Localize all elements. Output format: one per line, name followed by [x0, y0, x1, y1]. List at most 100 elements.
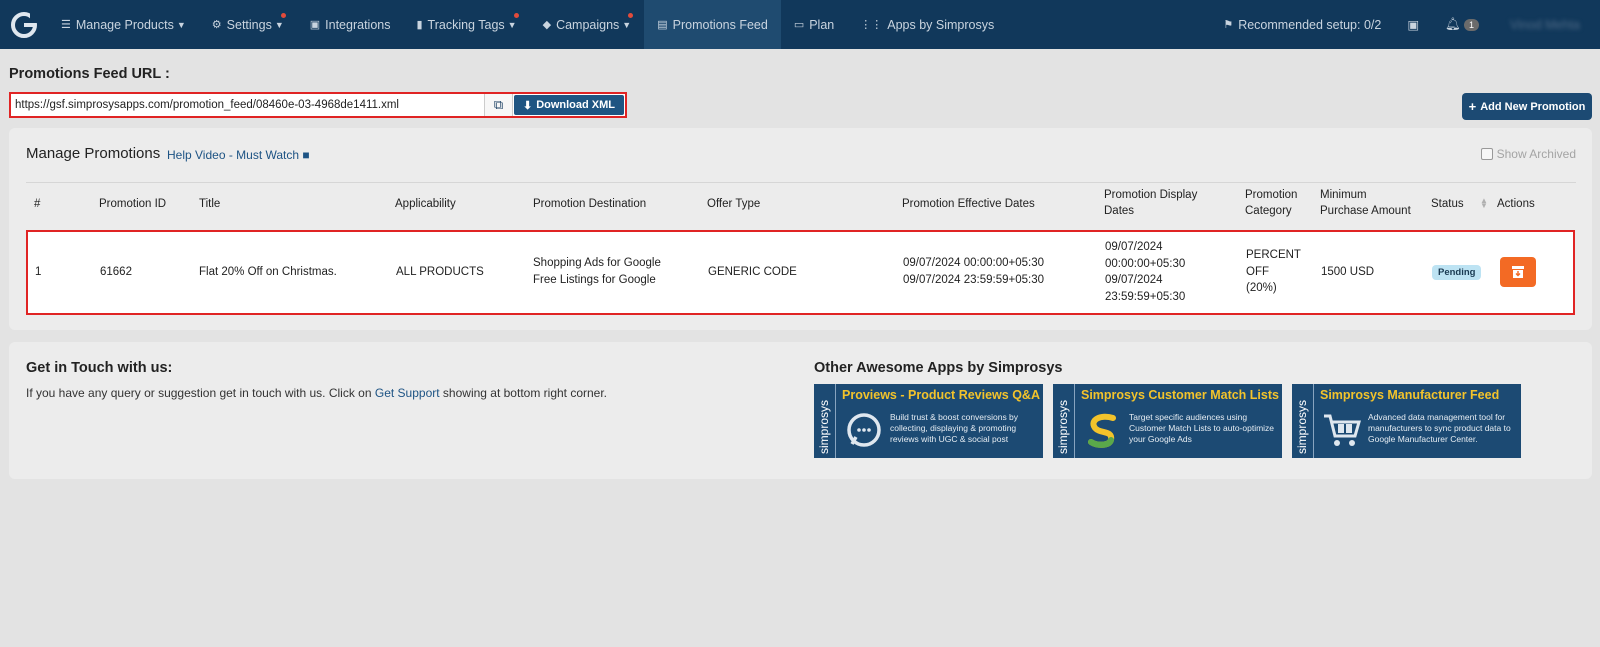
cart-icon [1324, 414, 1361, 446]
download-xml-button[interactable]: ⬇ Download XML [514, 95, 624, 115]
sort-icon[interactable]: ▲ ▼ [1480, 197, 1488, 210]
status-badge: Pending [1432, 265, 1482, 280]
nav-apps-by-simprosys[interactable]: ⋮⋮ Apps by Simprosys [847, 0, 1007, 49]
caret-down-icon: ▼ [507, 19, 517, 30]
caret-down-icon: ▼ [176, 19, 186, 30]
cell-promotion-id: 61662 [100, 266, 132, 278]
id-card-icon: ▣ [1407, 18, 1420, 32]
cell-destination-line1: Shopping Ads for Google [533, 257, 661, 269]
id-card-button[interactable]: ▣ [1394, 0, 1432, 49]
nav-label: Campaigns [556, 17, 620, 32]
nav-label: Settings [226, 17, 272, 32]
col-header-title: Title [199, 198, 221, 210]
col-header-num: # [34, 198, 41, 210]
user-menu[interactable]: Vinod Mehta [1492, 18, 1600, 32]
cell-destination: Shopping Ads for Google Free Listings fo… [533, 255, 661, 288]
cell-category-line1: PERCENT [1246, 249, 1301, 261]
nav-campaigns[interactable]: ◆ Campaigns ▼ [530, 0, 645, 49]
nav-label: Promotions Feed [672, 17, 768, 32]
nav-label: Tracking Tags [427, 17, 505, 32]
nav-label: Manage Products [75, 17, 174, 32]
help-video-label: Help Video - Must Watch [167, 148, 300, 162]
cell-effective-end: 09/07/2024 23:59:59+05:30 [903, 273, 1045, 286]
app-description: Build trust & boost conversions by colle… [890, 412, 1019, 444]
brand-strip: simprosys [814, 384, 836, 458]
notifications-button[interactable]: 🔔︎ 1 [1432, 0, 1492, 49]
app-description: Advanced data management tool for manufa… [1368, 412, 1511, 444]
feed-url-label: Promotions Feed URL : [9, 66, 170, 82]
copy-url-button[interactable]: ⧉ [485, 94, 513, 116]
cell-category-line3: (20%) [1246, 282, 1277, 294]
contact-card: Get in Touch with us: If you have any qu… [9, 342, 1592, 479]
contact-title: Get in Touch with us: [26, 360, 173, 376]
nav-right-group: ⚑ Recommended setup: 0/2 ▣ 🔔︎ 1 Vinod Me… [1210, 0, 1600, 49]
recommended-setup[interactable]: ⚑ Recommended setup: 0/2 [1210, 0, 1394, 49]
col-header-offer-type: Offer Type [707, 198, 761, 210]
add-new-promotion-button[interactable]: + Add New Promotion [1462, 93, 1592, 120]
app-name: Simprosys Customer Match Lists [1081, 388, 1279, 402]
nav-plan[interactable]: ▭ Plan [781, 0, 847, 49]
nav-promotions-feed[interactable]: ▤ Promotions Feed [644, 0, 781, 49]
help-video-link[interactable]: Help Video - Must Watch ■ [167, 148, 310, 162]
plus-icon: + [1468, 99, 1477, 114]
feed-url-input[interactable] [11, 94, 485, 116]
col-header-display-line1: Promotion Display [1104, 189, 1198, 201]
add-new-promotion-label: Add New Promotion [1480, 100, 1586, 113]
app-name: Proviews - Product Reviews Q&A [842, 388, 1040, 402]
col-header-promotion-id: Promotion ID [99, 198, 167, 210]
contact-text: If you have any query or suggestion get … [26, 386, 607, 400]
brand-label: simprosys [1056, 399, 1070, 454]
brand-strip: simprosys [1053, 384, 1075, 458]
gear-icon: ⚙ [211, 19, 222, 31]
col-header-status[interactable]: Status [1431, 196, 1464, 212]
app-tile-manufacturer-feed[interactable]: simprosys Simprosys Manufacturer Feed Ad… [1292, 384, 1521, 458]
recommended-setup-label: Recommended setup: 0/2 [1238, 17, 1382, 32]
col-header-category-line1: Promotion [1245, 189, 1298, 201]
show-archived-label: Show Archived [1496, 147, 1576, 161]
col-header-applicability: Applicability [395, 198, 456, 210]
brand-label: simprosys [817, 399, 831, 454]
cell-effective-dates: 09/07/2024 00:00:00+05:30 09/07/2024 23:… [903, 255, 1044, 288]
nav-manage-products[interactable]: ☰ Manage Products ▼ [48, 0, 199, 49]
cell-effective-start: 09/07/2024 00:00:00+05:30 [903, 257, 1045, 269]
card-icon: ▭ [793, 19, 805, 31]
tag-icon: ◆ [542, 19, 552, 31]
nav-label: Apps by Simprosys [887, 17, 995, 32]
nav-settings[interactable]: ⚙ Settings ▼ [199, 0, 297, 49]
download-xml-label: Download XML [536, 99, 616, 111]
nav-integrations[interactable]: ▣ Integrations [297, 0, 404, 49]
archive-button[interactable] [1500, 257, 1536, 287]
cell-display-line3: 09/07/2024 [1105, 274, 1163, 286]
divider [26, 182, 1576, 183]
col-header-display-dates: Promotion Display Dates [1104, 187, 1197, 219]
top-navbar: ☰ Manage Products ▼ ⚙ Settings ▼ ▣ Integ… [0, 0, 1600, 49]
get-support-link[interactable]: Get Support [375, 386, 440, 400]
video-camera-icon: ■ [302, 148, 310, 162]
manage-promotions-card: Manage Promotions Help Video - Must Watc… [9, 128, 1592, 330]
cell-display-dates: 09/07/2024 00:00:00+05:30 09/07/2024 23:… [1105, 239, 1185, 305]
cell-destination-line2: Free Listings for Google [533, 273, 656, 286]
cell-title: Flat 20% Off on Christmas. [199, 266, 337, 278]
google-shopping-logo-icon [11, 11, 38, 38]
grid-icon: ⋮⋮ [860, 19, 883, 31]
caret-down-icon: ▼ [622, 19, 632, 30]
copy-icon: ⧉ [493, 97, 504, 112]
app-logo[interactable] [0, 0, 48, 49]
manage-promotions-title: Manage Promotions [26, 145, 161, 162]
alert-dot [628, 13, 634, 18]
s-logo-icon [1088, 413, 1116, 448]
file-icon: ▤ [657, 19, 668, 31]
bar-chart-icon: ▮ [416, 19, 423, 31]
app-tile-customer-match[interactable]: simprosys Simprosys Customer Match Lists… [1053, 384, 1282, 458]
download-icon: ⬇ [522, 99, 533, 112]
col-header-effective-dates: Promotion Effective Dates [902, 198, 1035, 210]
nav-label: Integrations [325, 17, 391, 32]
col-header-min-line1: Minimum [1320, 189, 1367, 201]
col-header-category: Promotion Category [1245, 187, 1297, 219]
app-tile-proviews[interactable]: simprosys Proviews - Product Reviews Q&A… [814, 384, 1043, 458]
show-archived-checkbox[interactable] [1480, 148, 1493, 160]
app-description: Target specific audiences using Customer… [1129, 412, 1275, 444]
nav-tracking-tags[interactable]: ▮ Tracking Tags ▼ [403, 0, 529, 49]
feed-url-group: ⧉ ⬇ Download XML [9, 92, 627, 118]
show-archived-toggle[interactable]: Show Archived [1480, 147, 1576, 161]
